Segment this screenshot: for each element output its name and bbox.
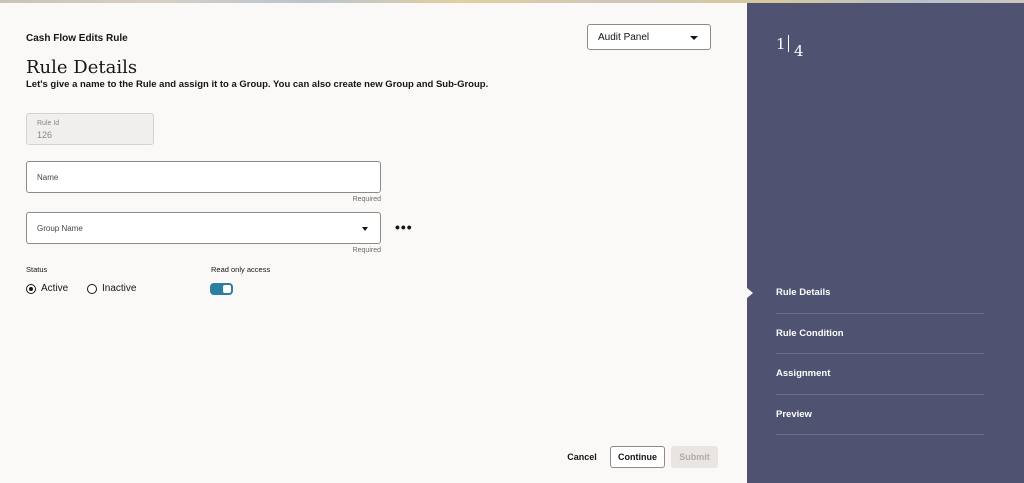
group-name-required-hint: Required [352,247,381,254]
chevron-down-icon [690,36,698,40]
chevron-down-icon [362,227,368,231]
more-options-icon[interactable]: ••• [395,219,413,235]
status-inactive-label: Inactive [102,283,137,294]
step-rule-details[interactable]: Rule Details [776,273,984,314]
name-required-hint: Required [352,196,381,203]
step-rule-condition[interactable]: Rule Condition [776,314,984,354]
read-only-access-toggle[interactable] [210,283,233,295]
step-preview[interactable]: Preview [776,395,984,435]
group-name-select[interactable]: Group Name [26,212,381,244]
status-inactive-radio[interactable]: Inactive [87,283,136,294]
audit-panel-select-value: Audit Panel [598,32,650,43]
read-only-access-label: Read only access [211,265,271,274]
continue-button[interactable]: Continue [610,446,665,468]
step-list: Rule Details Rule Condition Assignment P… [776,273,984,435]
audit-panel-select[interactable]: Audit Panel [587,24,711,50]
progress-sidebar: 1 4 Rule Details Rule Condition Assignme… [747,3,1024,483]
step-total: 4 [794,42,804,60]
status-active-radio[interactable]: Active [26,283,68,294]
step-current: 1 [776,35,786,53]
page-subtitle: Let's give a name to the Rule and assign… [26,79,489,90]
step-assignment[interactable]: Assignment [776,354,984,395]
status-active-label: Active [41,283,69,294]
step-divider [788,35,789,52]
group-name-label: Group Name [37,224,83,233]
rule-id-value: 126 [37,130,53,140]
step-label: Rule Details [776,287,831,299]
page-title: Rule Details [26,57,138,78]
step-label: Rule Condition [776,327,844,339]
main-panel: Cash Flow Edits Rule Audit Panel Rule De… [0,3,747,483]
toggle-knob [223,285,231,293]
step-label: Preview [776,408,812,420]
name-input[interactable]: Name [26,161,381,193]
status-label: Status [26,265,48,274]
radio-selected-icon [26,283,36,294]
radio-unselected-icon [87,283,97,294]
rule-id-field: Rule Id 126 [26,113,154,145]
cancel-button[interactable]: Cancel [562,446,602,468]
app-title: Cash Flow Edits Rule [26,33,128,44]
rule-id-label: Rule Id [37,120,60,127]
step-label: Assignment [776,368,831,380]
name-input-label: Name [37,173,59,182]
submit-button[interactable]: Submit [671,446,718,468]
